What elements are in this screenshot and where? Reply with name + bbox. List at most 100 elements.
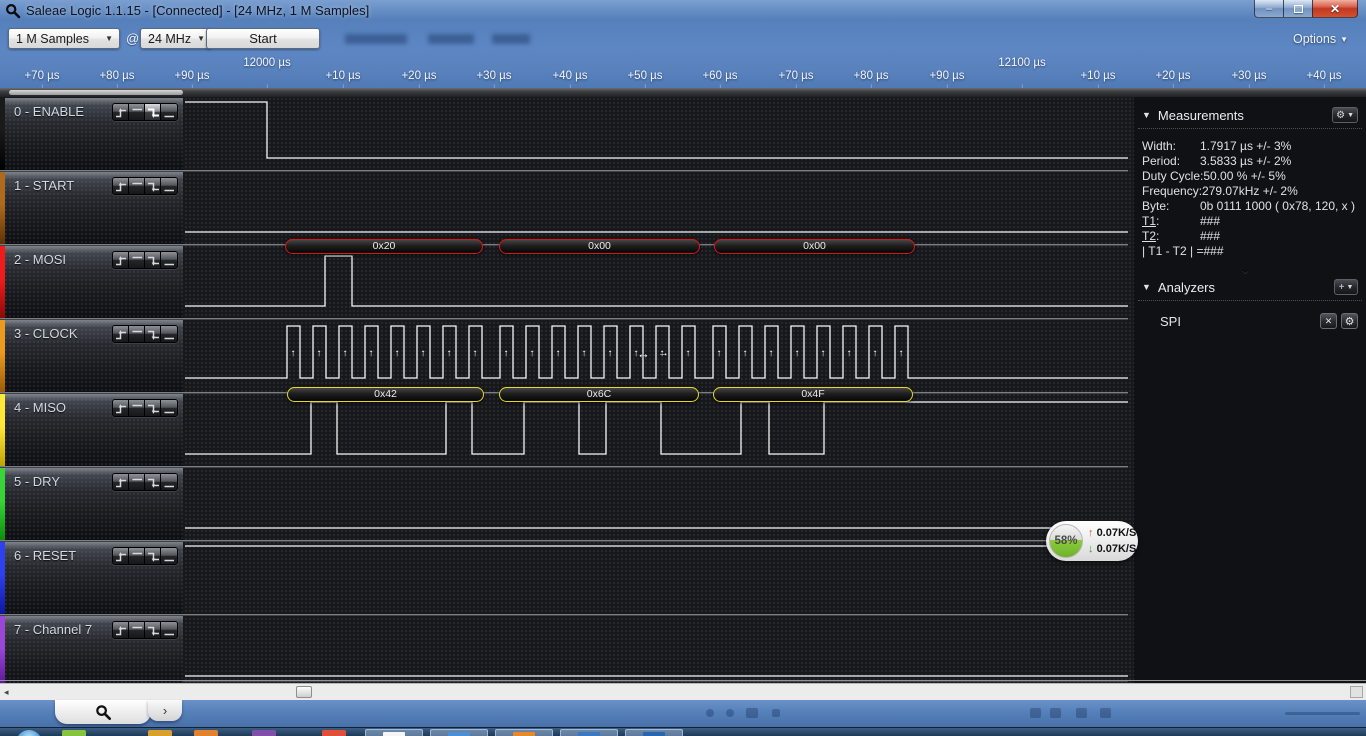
trigger-rising-edge-button[interactable]	[113, 252, 129, 268]
maximize-button[interactable]	[1284, 0, 1312, 18]
clock-edge-arrow-icon: ↑	[317, 348, 322, 359]
channel-color-strip	[0, 616, 5, 688]
capture-area: ↑ ↑ ↑ ↑ ↑ ↑ ↑ ↑ ↑ ↑ ↑ ↑ ↑ ↑ ↑ ↑ ↑ ↑ ↑ ↑ ↑ ↑ ↑ ↑ 0x20 0x00 0x00 0x42…	[0, 97, 1366, 688]
trigger-falling-edge-button[interactable]	[145, 326, 161, 342]
samples-dropdown[interactable]: 1 M Samples ▼	[8, 28, 120, 49]
taskbar-app-button[interactable]	[495, 729, 553, 736]
trigger-high-level-button[interactable]	[129, 178, 145, 194]
clock-edge-arrow-icon: ↑	[769, 348, 774, 359]
add-analyzer-button[interactable]: + ▼	[1334, 279, 1358, 295]
chevron-down-icon: ▼	[105, 34, 113, 43]
channel-color-strip	[0, 172, 5, 244]
trigger-high-level-button[interactable]	[129, 474, 145, 490]
remove-analyzer-button[interactable]: ✕	[1320, 313, 1337, 329]
scroll-left-arrow-icon[interactable]: ◂	[4, 687, 9, 698]
trigger-rising-edge-button[interactable]	[113, 178, 129, 194]
horizontal-scrollbar[interactable]: ◂	[0, 683, 1366, 700]
trigger-falling-edge-button[interactable]	[145, 548, 161, 564]
time-ruler[interactable]: +70 µs ↓ +80 µs ↓ +90 µs ↓ 12000 µs ↓ +10 µs ↓ +20…	[0, 57, 1366, 91]
panel-splitter-notch[interactable]: ⌄	[1240, 261, 1251, 277]
start-orb[interactable]	[16, 730, 42, 736]
ruler-minor-tick: +30 µs	[1231, 70, 1267, 82]
measurements-settings-button[interactable]: ⚙ ▼	[1332, 107, 1358, 123]
taskbar-item[interactable]	[194, 730, 218, 736]
trigger-falling-edge-button[interactable]	[145, 622, 161, 638]
trigger-high-level-button[interactable]	[129, 326, 145, 342]
horizontal-scrollbar-thumb[interactable]	[296, 686, 312, 698]
analyzers-header[interactable]: ▼ Analyzers + ▼	[1142, 277, 1358, 297]
trigger-low-level-button[interactable]	[161, 400, 177, 416]
close-button[interactable]: ✕	[1312, 0, 1358, 18]
trigger-rising-edge-button[interactable]	[113, 548, 129, 564]
trigger-rising-edge-button[interactable]	[113, 104, 129, 120]
trigger-low-level-button[interactable]	[161, 326, 177, 342]
clock-edge-arrow-icon: ↑	[582, 348, 587, 359]
taskbar-app-button[interactable]	[430, 729, 488, 736]
ruler-major-tick: 12100 µs	[998, 57, 1046, 69]
measurements-header[interactable]: ▼ Measurements ⚙ ▼	[1142, 105, 1358, 125]
minimize-button[interactable]: –	[1254, 0, 1284, 18]
trigger-low-level-button[interactable]	[161, 474, 177, 490]
trigger-falling-edge-button[interactable]	[145, 178, 161, 194]
trigger-rising-edge-button[interactable]	[113, 474, 129, 490]
titlebar[interactable]: Saleae Logic 1.1.15 - [Connected] - [24 …	[0, 0, 1366, 22]
collapse-arrow-icon[interactable]: ▼	[1142, 110, 1151, 120]
trigger-low-level-button[interactable]	[161, 548, 177, 564]
background-bleed	[1050, 708, 1061, 718]
measurement-row: T1: ###	[1134, 213, 1366, 228]
trigger-high-level-button[interactable]	[129, 252, 145, 268]
trigger-low-level-button[interactable]	[161, 252, 177, 268]
taskbar-item[interactable]	[148, 730, 172, 736]
trigger-low-level-button[interactable]	[161, 622, 177, 638]
window-chrome: Saleae Logic 1.1.15 - [Connected] - [24 …	[0, 0, 1366, 91]
samples-dropdown-value: 1 M Samples	[16, 31, 89, 46]
taskbar-item[interactable]	[252, 730, 276, 736]
pan-scrollbar-top[interactable]	[0, 88, 1366, 97]
measurement-row: Byte: 0b 0111 1000 ( 0x78, 120, x )	[1134, 198, 1366, 213]
trigger-rising-edge-button[interactable]	[113, 622, 129, 638]
trigger-falling-edge-button[interactable]	[145, 252, 161, 268]
clock-edge-arrow-icon: ↑	[291, 348, 296, 359]
clock-edge-arrow-icon: ↑	[421, 348, 426, 359]
analyzer-settings-button[interactable]: ⚙	[1341, 313, 1358, 329]
taskbar-app-button[interactable]	[625, 729, 683, 736]
falling-edge-icon	[147, 626, 159, 636]
trigger-falling-edge-button[interactable]	[145, 474, 161, 490]
clock-edge-arrow-icon: ↑	[899, 348, 904, 359]
spi-mosi-byte: 0x00	[499, 239, 700, 254]
taskbar-item[interactable]	[62, 730, 86, 736]
background-bleed	[1285, 712, 1360, 715]
trigger-button-group	[112, 621, 178, 639]
trigger-high-level-button[interactable]	[129, 400, 145, 416]
chevron-down-icon: ▼	[1346, 283, 1354, 291]
spi-miso-byte: 0x42	[287, 387, 484, 402]
channel-row: 1 - START	[0, 172, 183, 244]
trigger-high-level-button[interactable]	[129, 622, 145, 638]
gear-icon: ⚙	[1336, 109, 1346, 121]
channel-row: 0 - ENABLE	[0, 98, 183, 170]
trigger-high-level-button[interactable]	[129, 548, 145, 564]
trigger-low-level-button[interactable]	[161, 178, 177, 194]
waveform-viewport[interactable]: ↑ ↑ ↑ ↑ ↑ ↑ ↑ ↑ ↑ ↑ ↑ ↑ ↑ ↑ ↑ ↑ ↑ ↑ ↑ ↑ ↑ ↑ ↑ ↑ 0x20 0x00 0x00 0x42…	[185, 97, 1128, 683]
clock-edge-arrow-icon: ↑	[743, 348, 748, 359]
collapse-arrow-icon[interactable]: ▼	[1142, 282, 1151, 292]
sample-rate-dropdown[interactable]: 24 MHz ▼	[140, 28, 212, 49]
analyzer-item[interactable]: SPI ✕ ⚙	[1160, 312, 1358, 330]
ruler-minor-tick: +70 µs	[778, 70, 814, 82]
taskbar-app-button[interactable]	[365, 729, 423, 736]
options-menu[interactable]: Options ▼	[1293, 32, 1348, 46]
trigger-rising-edge-button[interactable]	[113, 326, 129, 342]
trigger-rising-edge-button[interactable]	[113, 400, 129, 416]
start-button[interactable]: Start	[206, 28, 320, 49]
trigger-high-level-button[interactable]	[129, 104, 145, 120]
taskbar-app-button[interactable]	[560, 729, 618, 736]
trigger-low-level-button[interactable]	[161, 104, 177, 120]
clock-edge-arrow-icon: ↑	[873, 348, 878, 359]
taskbar-item[interactable]	[322, 730, 346, 736]
pan-scrollbar-thumb[interactable]	[9, 90, 183, 95]
zoom-search-tab[interactable]	[55, 700, 151, 724]
expand-tab-button[interactable]: ›	[148, 700, 182, 721]
trigger-falling-edge-button[interactable]	[145, 400, 161, 416]
trigger-falling-edge-button[interactable]	[145, 104, 161, 120]
scroll-right-box[interactable]	[1350, 686, 1363, 698]
